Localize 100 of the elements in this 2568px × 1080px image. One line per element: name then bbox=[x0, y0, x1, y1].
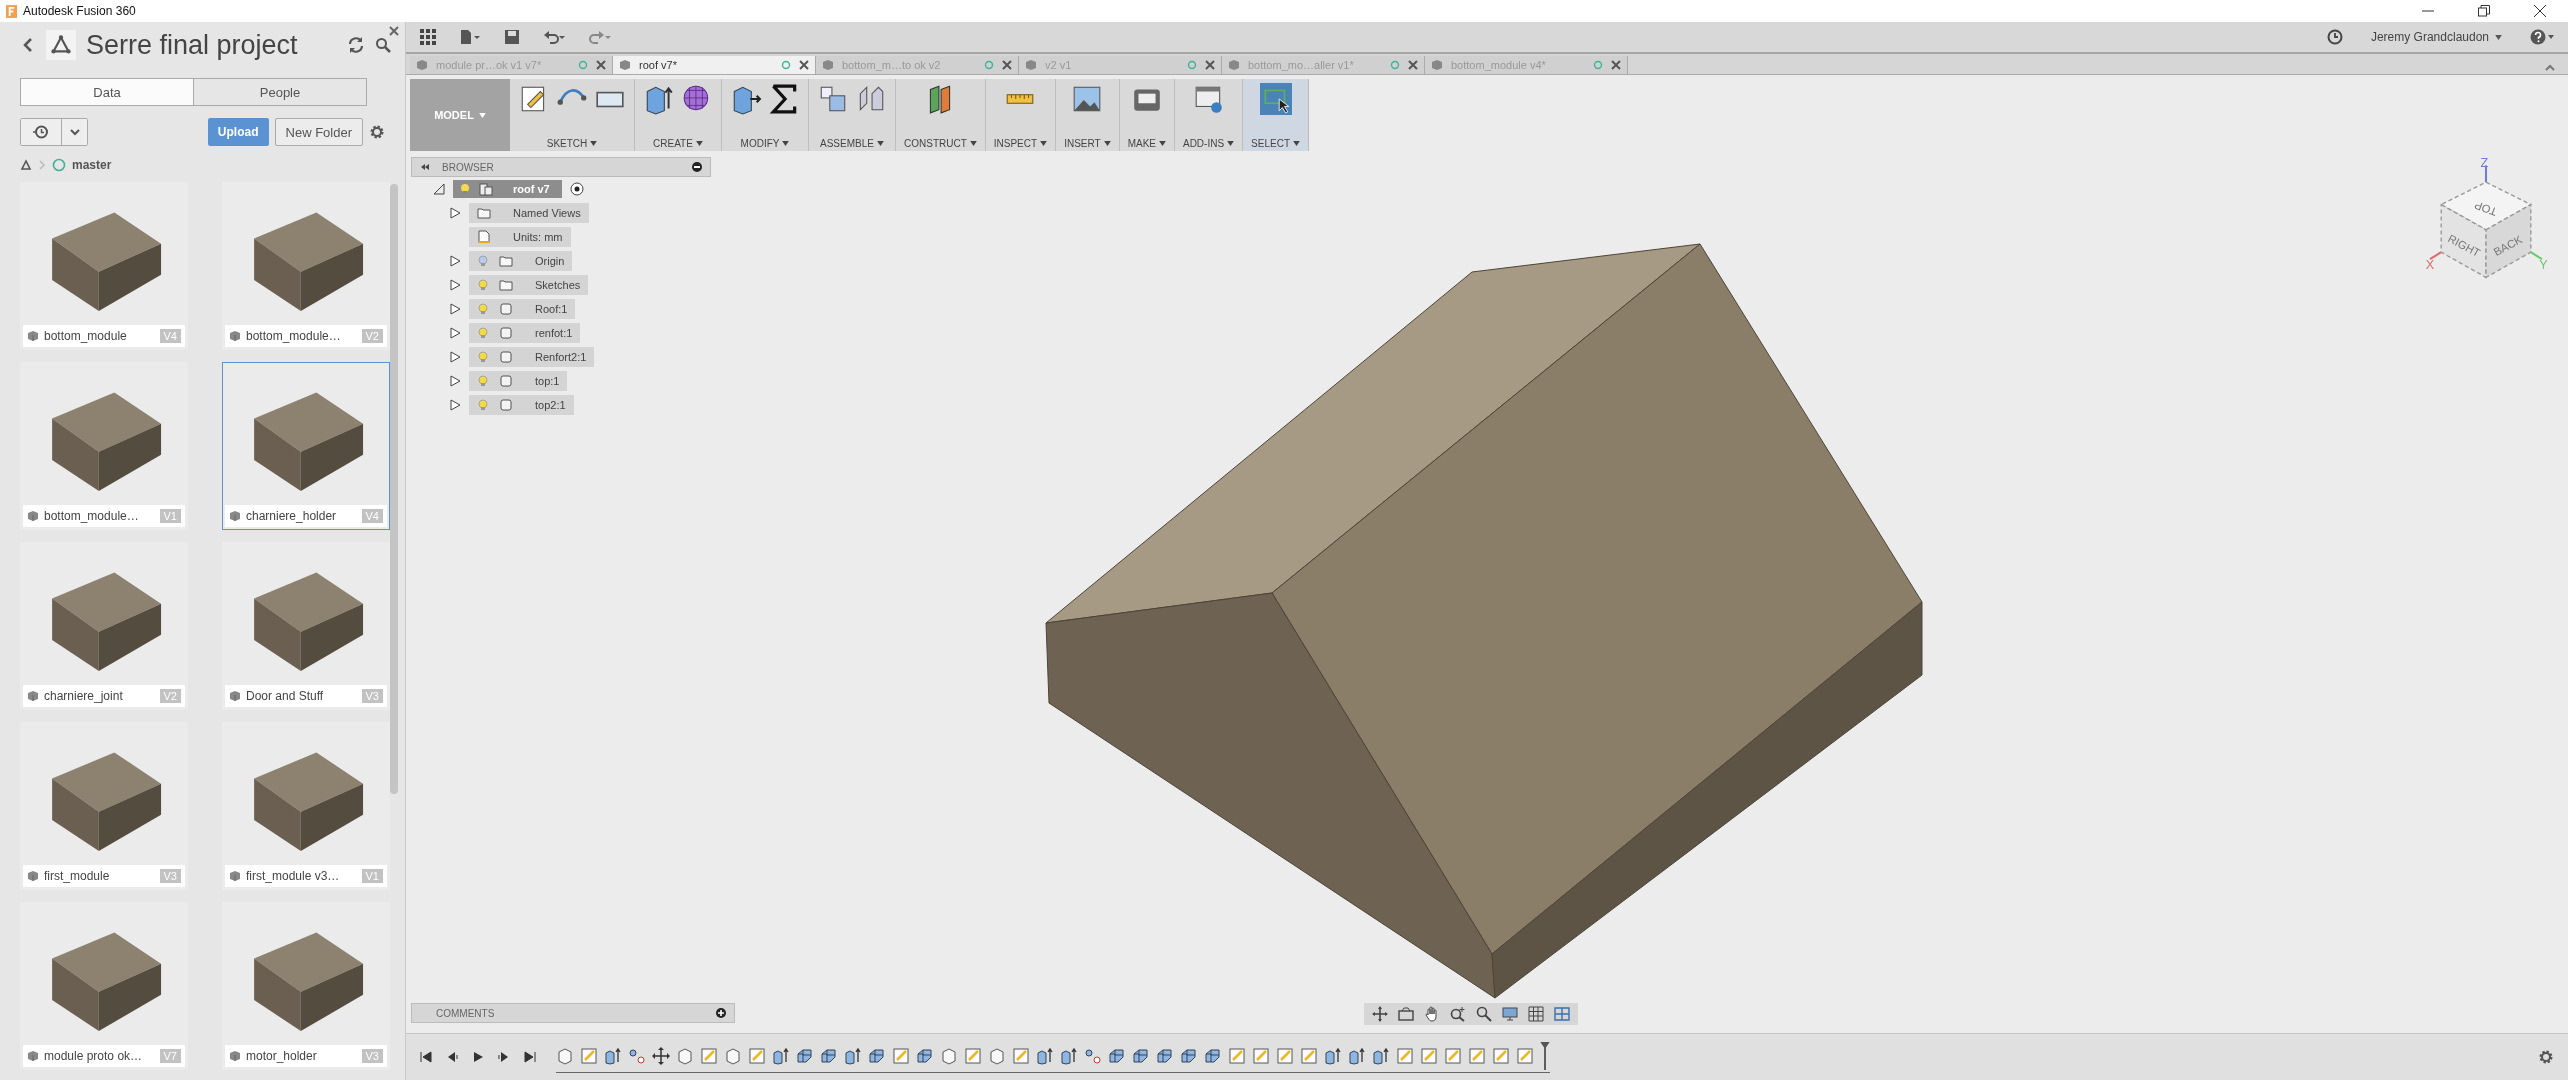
radio-icon[interactable] bbox=[569, 182, 584, 196]
play-icon[interactable] bbox=[472, 1051, 484, 1063]
body-feature-icon[interactable] bbox=[988, 1046, 1006, 1065]
sketch-feature-icon[interactable] bbox=[1444, 1046, 1462, 1065]
sketch-feature-icon[interactable] bbox=[1252, 1046, 1270, 1065]
collapse-icon[interactable] bbox=[420, 162, 430, 172]
add-comment-icon[interactable] bbox=[716, 1008, 726, 1018]
body-feature-icon[interactable] bbox=[676, 1046, 694, 1065]
viewports-icon[interactable] bbox=[1554, 1006, 1570, 1022]
sketch-feature-icon[interactable] bbox=[748, 1046, 766, 1065]
toolbar-group[interactable]: ASSEMBLE bbox=[809, 79, 896, 151]
restore-icon[interactable] bbox=[2478, 5, 2490, 17]
combine-feature-icon[interactable] bbox=[1108, 1046, 1126, 1065]
sketch-feature-icon[interactable] bbox=[1516, 1046, 1534, 1065]
scrollbar-thumb[interactable] bbox=[390, 184, 398, 794]
skip-start-icon[interactable] bbox=[420, 1051, 432, 1063]
extrude-feature-icon[interactable] bbox=[1372, 1046, 1390, 1065]
design-card[interactable]: charniere_joint V2 bbox=[20, 542, 188, 710]
tree-node[interactable]: Origin bbox=[469, 251, 573, 271]
expand-triangle-icon[interactable] bbox=[449, 255, 461, 267]
tree-node[interactable]: Named Views bbox=[469, 203, 589, 223]
select-tool-icon[interactable] bbox=[1259, 83, 1292, 115]
toolbar-group[interactable]: CREATE bbox=[635, 79, 722, 151]
history-button[interactable] bbox=[21, 119, 61, 145]
document-tab[interactable]: roof v7* bbox=[613, 56, 816, 74]
combine-feature-icon[interactable] bbox=[916, 1046, 934, 1065]
refresh-icon[interactable] bbox=[347, 36, 365, 54]
minus-circle-icon[interactable] bbox=[692, 162, 702, 172]
expand-triangle-icon[interactable] bbox=[449, 351, 461, 363]
settings-icon[interactable] bbox=[369, 124, 385, 140]
combine-feature-icon[interactable] bbox=[1132, 1046, 1150, 1065]
extrude-feature-icon[interactable] bbox=[1036, 1046, 1054, 1065]
grid-icon[interactable] bbox=[1528, 1006, 1544, 1022]
extrude-feature-icon[interactable] bbox=[1324, 1046, 1342, 1065]
tree-node[interactable]: top:1 bbox=[469, 371, 568, 391]
tree-node[interactable]: renfot:1 bbox=[469, 323, 581, 343]
sketch-feature-icon[interactable] bbox=[1492, 1046, 1510, 1065]
toolbar-group[interactable]: INSERT bbox=[1056, 79, 1120, 151]
combine-feature-icon[interactable] bbox=[796, 1046, 814, 1065]
combine-feature-icon[interactable] bbox=[1156, 1046, 1174, 1065]
extrude-feature-icon[interactable] bbox=[844, 1046, 862, 1065]
apps-grid-icon[interactable] bbox=[420, 29, 436, 45]
expand-triangle-icon[interactable] bbox=[449, 327, 461, 339]
extrude-feature-icon[interactable] bbox=[604, 1046, 622, 1065]
design-card[interactable]: first_module v3… V1 bbox=[222, 722, 390, 890]
toolbar-group[interactable]: INSPECT bbox=[985, 79, 1057, 151]
sketch-feature-icon[interactable] bbox=[964, 1046, 982, 1065]
zoom-icon[interactable] bbox=[1450, 1006, 1466, 1022]
expanded-triangle-icon[interactable] bbox=[433, 183, 445, 195]
toolbar-group[interactable]: MODIFY bbox=[722, 79, 809, 151]
camera-icon[interactable] bbox=[1398, 1006, 1414, 1022]
sketch-feature-icon[interactable] bbox=[1012, 1046, 1030, 1065]
sketch-feature-icon[interactable] bbox=[1468, 1046, 1486, 1065]
dropdown-button[interactable] bbox=[61, 119, 87, 145]
design-card[interactable]: first_module V3 bbox=[20, 722, 188, 890]
sketch-feature-icon[interactable] bbox=[1396, 1046, 1414, 1065]
sketch-feature-icon[interactable] bbox=[1420, 1046, 1438, 1065]
sketch-feature-icon[interactable] bbox=[1276, 1046, 1294, 1065]
expand-triangle-icon[interactable] bbox=[449, 375, 461, 387]
hand-icon[interactable] bbox=[1424, 1006, 1440, 1022]
undo-icon[interactable] bbox=[542, 29, 566, 45]
expand-triangle-icon[interactable] bbox=[449, 279, 461, 291]
combine-feature-icon[interactable] bbox=[1204, 1046, 1222, 1065]
step-forward-icon[interactable] bbox=[498, 1051, 510, 1063]
extrude-feature-icon[interactable] bbox=[1348, 1046, 1366, 1065]
design-card[interactable]: charniere_holder V4 bbox=[222, 362, 390, 530]
expand-triangle-icon[interactable] bbox=[449, 399, 461, 411]
sketch-feature-icon[interactable] bbox=[892, 1046, 910, 1065]
combine-feature-icon[interactable] bbox=[868, 1046, 886, 1065]
tree-node[interactable]: Roof:1 bbox=[469, 299, 576, 319]
close-icon[interactable] bbox=[799, 60, 809, 70]
extrude-feature-icon[interactable] bbox=[1060, 1046, 1078, 1065]
body-feature-icon[interactable] bbox=[724, 1046, 742, 1065]
display-icon[interactable] bbox=[1502, 1006, 1518, 1022]
close-icon[interactable] bbox=[2534, 5, 2546, 17]
step-back-icon[interactable] bbox=[446, 1051, 458, 1063]
orbit-icon[interactable] bbox=[1372, 1006, 1388, 1022]
search-icon[interactable] bbox=[375, 37, 391, 53]
timeline-marker-icon[interactable] bbox=[1540, 1041, 1550, 1070]
toolbar-group[interactable]: MAKE bbox=[1119, 79, 1175, 151]
file-menu-icon[interactable] bbox=[458, 29, 482, 45]
sketch-feature-icon[interactable] bbox=[580, 1046, 598, 1065]
design-card[interactable]: bottom_module… V2 bbox=[222, 182, 390, 350]
help-icon[interactable] bbox=[2530, 29, 2554, 45]
user-menu[interactable]: Jeremy Grandclaudon bbox=[2364, 29, 2508, 45]
design-card[interactable]: bottom_module… V1 bbox=[20, 362, 188, 530]
sketch-feature-icon[interactable] bbox=[1228, 1046, 1246, 1065]
sketch-feature-icon[interactable] bbox=[1300, 1046, 1318, 1065]
tree-node[interactable]: Renfort2:1 bbox=[469, 347, 595, 367]
body-feature-icon[interactable] bbox=[556, 1046, 574, 1065]
move-feature-icon[interactable] bbox=[652, 1046, 670, 1065]
tree-node[interactable]: top2:1 bbox=[469, 395, 574, 415]
extrude-feature-icon[interactable] bbox=[772, 1046, 790, 1065]
body-feature-icon[interactable] bbox=[940, 1046, 958, 1065]
tree-node[interactable]: Units: mm bbox=[469, 227, 571, 247]
toolbar-group[interactable]: ADD-INS bbox=[1174, 79, 1244, 151]
tree-node[interactable]: Sketches bbox=[469, 275, 589, 295]
settings-icon[interactable] bbox=[2538, 1049, 2554, 1065]
new-folder-button[interactable]: New Folder bbox=[274, 118, 363, 146]
skip-end-icon[interactable] bbox=[524, 1051, 536, 1063]
